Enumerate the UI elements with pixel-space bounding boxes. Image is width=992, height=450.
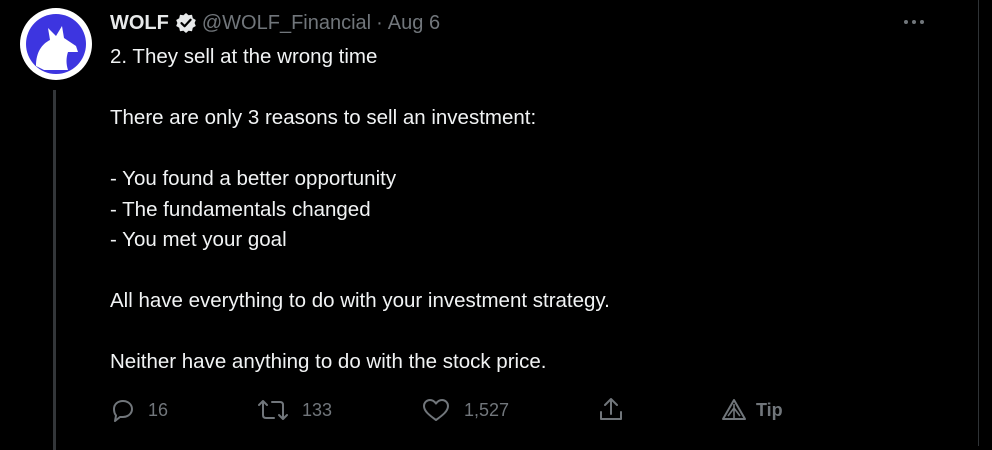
reply-button[interactable]: 16 [108, 395, 168, 425]
tweet-line: - The fundamentals changed [110, 197, 371, 221]
share-button[interactable] [597, 395, 625, 425]
like-count: 1,527 [464, 399, 510, 420]
wolf-logo [26, 14, 86, 74]
more-options-icon[interactable] [902, 14, 926, 30]
tweet-line: Neither have anything to do with the sto… [110, 350, 547, 373]
verified-badge-icon [175, 12, 197, 34]
tweet-line [110, 73, 950, 104]
avatar[interactable] [20, 8, 92, 80]
reply-count: 16 [148, 399, 169, 420]
tip-button[interactable]: Tip [720, 395, 783, 425]
tweet-line: - You met your goal [110, 228, 287, 251]
tweet-line: - You found a better opportunity [110, 167, 397, 190]
reply-icon [108, 396, 136, 424]
author-handle[interactable]: @WOLF_Financial [202, 12, 371, 35]
tip-label: Tip [756, 399, 783, 420]
tweet-header: WOLF @WOLF_Financial · Aug 6 [110, 9, 440, 37]
tweet-line [110, 317, 950, 348]
tweet-date[interactable]: Aug 6 [388, 12, 440, 35]
tweet-line: All have everything to do with your inve… [110, 289, 610, 312]
header-separator: · [376, 11, 383, 34]
retweet-count: 133 [302, 399, 333, 420]
tweet-text: 2. They sell at the wrong time There are… [110, 42, 950, 378]
tweet-line [110, 256, 950, 287]
tweet[interactable]: WOLF @WOLF_Financial · Aug 6 2. They sel… [0, 0, 992, 450]
like-button[interactable]: 1,527 [420, 395, 509, 425]
column-divider [978, 0, 979, 446]
tweet-actions: 16 133 1,527 Tip [0, 395, 992, 425]
tweet-line [110, 134, 950, 165]
author-name[interactable]: WOLF [110, 12, 169, 35]
tweet-line: There are only 3 reasons to sell an inve… [110, 106, 537, 129]
tweet-line: 2. They sell at the wrong time [110, 45, 378, 68]
tip-icon [720, 396, 748, 424]
share-icon [597, 396, 625, 424]
heart-icon [420, 396, 452, 424]
retweet-button[interactable]: 133 [256, 395, 332, 425]
retweet-icon [256, 396, 290, 424]
